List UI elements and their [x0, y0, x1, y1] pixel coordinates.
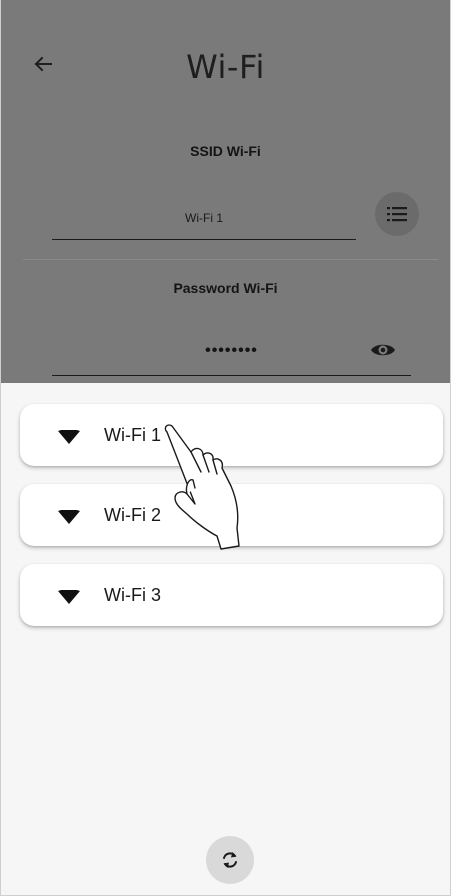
eye-icon — [371, 344, 395, 356]
password-input[interactable]: •••••••• — [52, 326, 411, 376]
wifi-icon — [58, 430, 80, 444]
page-title: Wi-Fi — [186, 48, 265, 86]
section-divider — [23, 259, 438, 260]
network-list-button[interactable] — [375, 192, 419, 236]
ssid-label: SSID Wi-Fi — [190, 143, 261, 159]
network-name: Wi-Fi 2 — [104, 504, 161, 525]
password-label: Password Wi-Fi — [173, 280, 278, 296]
refresh-icon — [223, 852, 237, 868]
network-item-wifi-1[interactable]: Wi-Fi 1 — [20, 404, 443, 466]
network-item-wifi-3[interactable]: Wi-Fi 3 — [20, 564, 443, 626]
toggle-password-visibility-button[interactable] — [369, 338, 397, 362]
ssid-input[interactable]: Wi-Fi 1 — [52, 196, 356, 240]
refresh-button[interactable] — [206, 836, 254, 884]
wifi-icon — [58, 510, 80, 524]
wifi-form-overlay: Wi-Fi SSID Wi-Fi Wi-Fi 1 Password Wi-Fi … — [1, 0, 450, 383]
list-icon — [387, 207, 407, 222]
network-name: Wi-Fi 3 — [104, 584, 161, 605]
network-item-wifi-2[interactable]: Wi-Fi 2 — [20, 484, 443, 546]
network-name: Wi-Fi 1 — [104, 424, 161, 445]
app-screen: Wi-Fi SSID Wi-Fi Wi-Fi 1 Password Wi-Fi … — [0, 0, 451, 896]
wifi-icon — [58, 590, 80, 604]
